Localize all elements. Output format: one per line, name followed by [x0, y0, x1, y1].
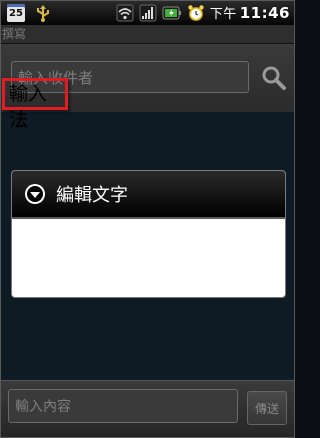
- compose-bar: 輸入內容 傳送: [1, 380, 294, 437]
- calendar-day: 25: [9, 8, 23, 19]
- dialog-title: 編輯文字: [56, 185, 128, 206]
- usb-icon: [37, 5, 49, 22]
- time-text: 11:46: [239, 4, 290, 22]
- title-bar: 撰寫: [1, 25, 294, 44]
- alarm-icon: [188, 4, 204, 21]
- wifi-icon: [116, 4, 134, 21]
- message-input[interactable]: 輸入內容: [8, 389, 238, 423]
- signal-icon: [139, 4, 157, 21]
- edit-text-dialog: 編輯文字: [11, 170, 286, 298]
- input-method-option[interactable]: 輸入法: [2, 78, 68, 131]
- page-title: 撰寫: [2, 27, 27, 41]
- search-icon[interactable]: [259, 62, 289, 94]
- dialog-header: 編輯文字: [12, 171, 285, 219]
- send-button[interactable]: 傳送: [247, 391, 287, 425]
- dialog-item-input-method[interactable]: [12, 219, 285, 295]
- battery-charging-icon: [162, 6, 181, 19]
- time-period: 下午: [209, 7, 237, 22]
- clock: 下午 11:46: [210, 3, 290, 22]
- calendar-icon: 25: [7, 4, 25, 22]
- status-bar: 25 下午 11:46: [1, 1, 294, 25]
- dropdown-circle-icon: [25, 184, 45, 204]
